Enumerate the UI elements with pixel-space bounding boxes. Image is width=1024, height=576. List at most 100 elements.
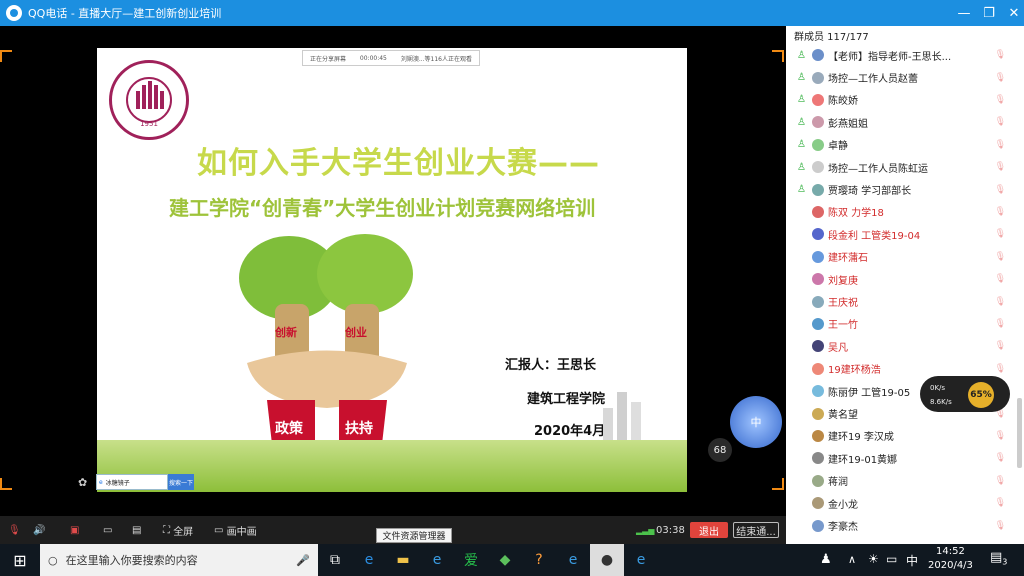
avatar — [812, 183, 824, 196]
exit-button[interactable]: 退出 — [690, 522, 728, 538]
cortana-icon: ○ — [48, 553, 58, 567]
member-row[interactable]: 建环19 李汉成 🎙 — [786, 425, 1024, 447]
admin-icon: ♙ — [797, 49, 806, 61]
mic-muted-icon: 🎙 — [994, 117, 1006, 128]
member-row[interactable]: ♙ 贾璎琦 学习部部长 🎙 — [786, 178, 1024, 200]
mic-muted-icon: 🎙 — [994, 363, 1006, 374]
mic-muted-icon: 🎙 — [994, 72, 1006, 83]
admin-icon: ♙ — [797, 94, 806, 106]
viewer-count: 刘娴澳...等116人正在观看 — [400, 55, 472, 63]
taskbar-search[interactable]: ○ 在这里输入你要搜索的内容 🎤 — [40, 544, 318, 576]
screen-share-icon[interactable]: ▭ — [103, 522, 112, 538]
mic-muted-icon: 🎙 — [994, 94, 1006, 105]
microphone-icon[interactable]: 🎤 — [296, 554, 310, 567]
help-icon[interactable]: ? — [522, 544, 556, 576]
iqiyi-icon[interactable]: 爱 — [454, 544, 488, 576]
pip-icon: ▭ — [214, 524, 224, 536]
mic-muted-icon: 🎙 — [994, 229, 1006, 240]
edge-icon[interactable]: e — [352, 544, 386, 576]
live-avatar: 中 — [730, 396, 782, 448]
scrollbar[interactable] — [1017, 398, 1022, 468]
speed-widget: 0K/s 8.6K/s 65% — [920, 376, 1010, 412]
speaker-icon[interactable]: 🔊 — [33, 522, 45, 538]
mic-muted-icon: 🎙 — [994, 139, 1006, 150]
avatar — [812, 250, 824, 263]
browser-icon[interactable]: e — [556, 544, 590, 576]
pip-button[interactable]: ▭ 画中画 — [214, 522, 257, 538]
member-row[interactable]: 建环19-01黄娜 🎙 — [786, 447, 1024, 469]
member-row[interactable]: 段金利 工管类19-04 🎙 — [786, 223, 1024, 245]
frame-corner — [0, 478, 12, 490]
people-icon[interactable]: ♟ — [820, 552, 832, 567]
member-row[interactable]: ♙ 场控—工作人员赵蕾 🎙 — [786, 66, 1024, 88]
browser2-icon[interactable]: e — [624, 544, 658, 576]
ime-indicator[interactable]: 中 — [906, 552, 918, 569]
windows-taskbar: ⊞ ○ 在这里输入你要搜索的内容 🎤 ⧉ e ▬ e 爱 ◆ ? e ● e ♟… — [0, 544, 1024, 576]
overlay-search-button[interactable]: 搜索一下 — [168, 474, 194, 490]
file-explorer-icon[interactable]: ▬ — [386, 544, 420, 576]
slide-date: 2020年4月 — [534, 424, 606, 439]
notification-count: 3 — [1002, 557, 1008, 567]
admin-icon: ♙ — [797, 72, 806, 84]
sign-label: 政策 — [275, 420, 304, 437]
avatar — [812, 161, 824, 174]
member-count-header: 群成员 117/177 — [794, 31, 869, 43]
member-row[interactable]: 建环蒲石 🎙 — [786, 246, 1024, 268]
member-row[interactable]: 金小龙 🎙 — [786, 492, 1024, 514]
window-title: QQ电话 - 直播大厅—建工创新创业培训 — [28, 7, 222, 20]
overlay-search-input[interactable]: e 冰糖镜子 — [96, 474, 168, 490]
share-time: 00:00:45 — [359, 54, 387, 62]
tray-app-icon[interactable]: ☀ — [868, 552, 879, 566]
sign-label: 扶持 — [345, 420, 373, 437]
member-row[interactable]: 蒋润 🎙 — [786, 470, 1024, 492]
admin-icon: ♙ — [797, 161, 806, 173]
tray-up-icon[interactable]: ∧ — [848, 553, 856, 566]
task-view-icon[interactable]: ⧉ — [318, 544, 352, 576]
frame-corner — [772, 478, 784, 490]
tree-illustration: 创新 创业 政策 扶持 — [239, 234, 413, 453]
seal-year: 1951 — [140, 120, 158, 128]
upload-speed: 0K/s — [930, 384, 946, 392]
ie-icon[interactable]: e — [420, 544, 454, 576]
close-icon[interactable]: ✕ — [998, 0, 1024, 26]
member-row[interactable]: 吴凡 🎙 — [786, 335, 1024, 357]
school-name: 建筑工程学院 — [527, 392, 606, 407]
camera-off-icon[interactable]: ▣ — [70, 522, 79, 538]
tree-label: 创业 — [344, 325, 367, 339]
avatar — [812, 385, 824, 398]
member-row[interactable]: ♙ 彭燕姐姐 🎙 — [786, 111, 1024, 133]
city-skyline-graphic — [603, 392, 641, 448]
mic-muted-icon: 🎙 — [994, 162, 1006, 173]
signal-icon: ▂▃▅ — [636, 525, 655, 535]
member-row[interactable]: ♙ 陈皎娇 🎙 — [786, 89, 1024, 111]
windows-start-icon[interactable]: ⊞ — [0, 544, 40, 576]
member-icon — [796, 453, 807, 464]
mic-muted-icon: 🎙 — [994, 206, 1006, 217]
member-row[interactable]: 李豪杰 🎙 — [786, 514, 1024, 536]
mic-muted-icon: 🎙 — [994, 318, 1006, 329]
member-icon — [796, 408, 807, 419]
member-row[interactable]: 陈双 力学18 🎙 — [786, 201, 1024, 223]
app-icon[interactable]: ◆ — [488, 544, 522, 576]
member-row[interactable]: 刘复庚 🎙 — [786, 268, 1024, 290]
network-icon[interactable]: ▭ — [886, 552, 897, 566]
member-row[interactable]: 王庆祝 🎙 — [786, 290, 1024, 312]
mic-muted-icon: 🎙 — [994, 430, 1006, 441]
avatar — [812, 205, 824, 218]
notification-icon[interactable]: ▤3 — [990, 550, 1007, 567]
mic-muted-icon: 🎙 — [994, 520, 1006, 531]
member-row[interactable]: 王一竹 🎙 — [786, 313, 1024, 335]
fullscreen-button[interactable]: ⛶ 全屏 — [163, 522, 193, 538]
member-icon — [796, 274, 807, 285]
qq-app-icon[interactable]: ● — [590, 544, 624, 576]
member-row[interactable]: ♙ 场控—工作人员陈虹运 🎙 — [786, 156, 1024, 178]
member-row[interactable]: ♙ 【老师】指导老师-王思长... 🎙 — [786, 44, 1024, 66]
taskbar-date[interactable]: 2020/4/3 — [928, 560, 973, 571]
taskbar-time[interactable]: 14:52 — [936, 546, 965, 557]
present-icon[interactable]: ▤ — [132, 522, 141, 538]
slide-title: 如何入手大学生创业大赛—— — [197, 146, 600, 181]
qq-logo-icon — [6, 5, 22, 21]
mic-muted-icon[interactable]: 🎙 — [8, 522, 21, 538]
member-row[interactable]: ♙ 卓静 🎙 — [786, 134, 1024, 156]
end-call-button[interactable]: 结束通... — [733, 522, 779, 538]
